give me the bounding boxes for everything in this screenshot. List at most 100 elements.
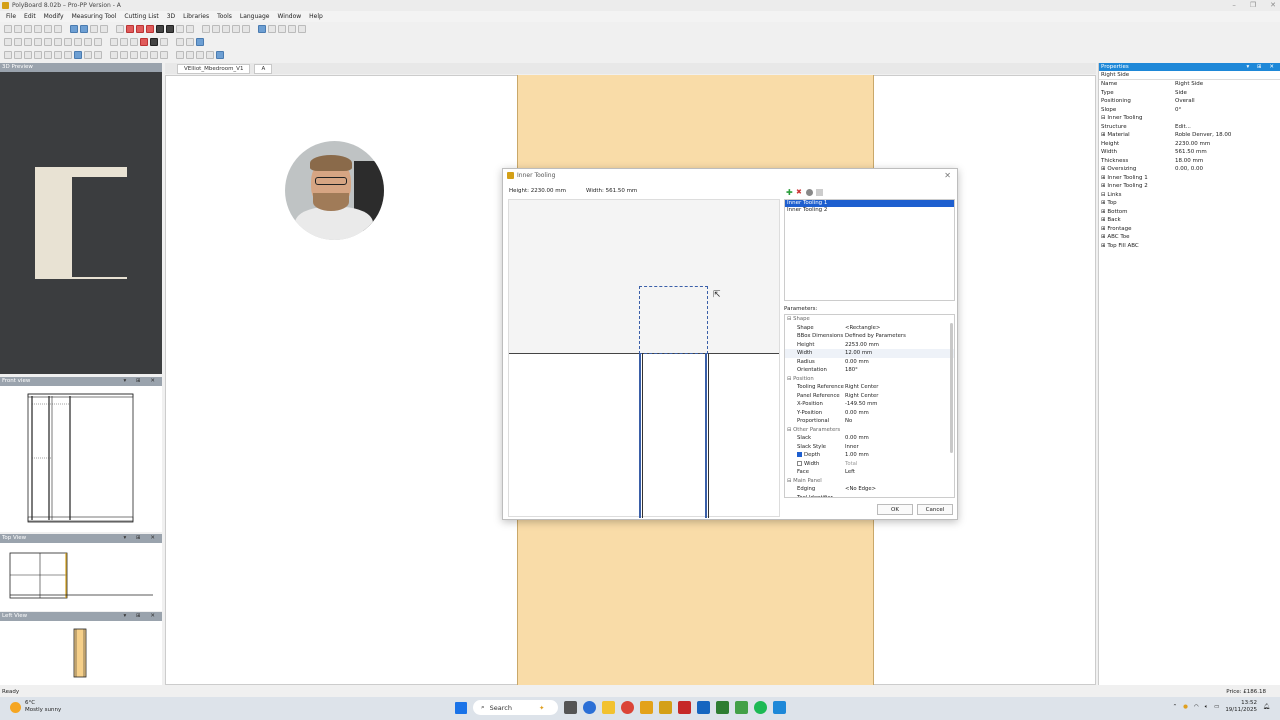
property-row[interactable]: Structure Edit... xyxy=(1099,123,1280,132)
parameter-row[interactable]: Width Total xyxy=(785,460,954,469)
property-value[interactable]: 18.00 mm xyxy=(1175,157,1280,166)
new-file-icon[interactable] xyxy=(4,25,12,33)
print-icon[interactable] xyxy=(34,25,42,33)
panel-view-icon[interactable] xyxy=(110,51,118,59)
shape-icon-2[interactable] xyxy=(14,38,22,46)
rectangle-select-icon[interactable] xyxy=(196,38,204,46)
zoom-window-icon[interactable] xyxy=(232,25,240,33)
polyboard-icon[interactable] xyxy=(659,701,672,714)
menu-3d[interactable]: 3D xyxy=(167,13,175,20)
align-icon[interactable] xyxy=(196,51,204,59)
zoom-in-icon[interactable] xyxy=(202,25,210,33)
tray-chevron-icon[interactable]: ⌃ xyxy=(1173,704,1178,710)
app-icon-lightblue[interactable] xyxy=(773,701,786,714)
dimension-icon[interactable] xyxy=(176,38,184,46)
panel-dark-icon[interactable] xyxy=(156,25,164,33)
parameter-section[interactable]: ⊟ Shape xyxy=(785,315,954,324)
menu-help[interactable]: Help xyxy=(309,13,323,20)
zoom-fit-icon[interactable] xyxy=(222,25,230,33)
undo-icon[interactable] xyxy=(44,25,52,33)
parameter-value[interactable]: 180° xyxy=(845,366,954,375)
shape-icon-4[interactable] xyxy=(34,38,42,46)
property-value[interactable]: 2230.00 mm xyxy=(1175,140,1280,149)
left-view-controls[interactable]: ▾ ⊞ ✕ xyxy=(124,612,159,621)
parameter-row[interactable]: Depth 1.00 mm xyxy=(785,451,954,460)
property-row[interactable]: Slope 0° xyxy=(1099,106,1280,115)
door-icon[interactable] xyxy=(120,38,128,46)
parameter-value[interactable]: Right Center xyxy=(845,383,954,392)
shape-icon-3[interactable] xyxy=(24,38,32,46)
property-row[interactable]: ⊞ Top Fill ABC xyxy=(1099,242,1280,251)
parameter-row[interactable]: BBox Dimensions Defined by Parameters xyxy=(785,332,954,341)
3d-preview-panel[interactable] xyxy=(0,72,162,374)
maximize-button[interactable]: ❐ xyxy=(1250,0,1256,11)
spotify-icon[interactable] xyxy=(754,701,767,714)
parameter-row[interactable]: Face Left xyxy=(785,468,954,477)
front-view-panel[interactable] xyxy=(0,386,162,532)
panel-view-icon-6[interactable] xyxy=(160,51,168,59)
parameters-scrollbar[interactable] xyxy=(950,323,953,453)
wifi-icon[interactable]: ◠ xyxy=(1194,704,1199,710)
app-icon-green[interactable] xyxy=(735,701,748,714)
menu-tools[interactable]: Tools xyxy=(217,13,232,20)
parameter-row[interactable]: Height 2253.00 mm xyxy=(785,341,954,350)
parameter-value[interactable]: Inner xyxy=(845,443,954,452)
columns-icon-3[interactable] xyxy=(74,38,82,46)
list-item[interactable]: Inner Tooling 1 xyxy=(785,200,954,207)
property-value[interactable]: Overall xyxy=(1175,97,1280,106)
shape-icon[interactable] xyxy=(4,38,12,46)
property-row[interactable]: ⊞ Oversizing 0.00, 0.00 xyxy=(1099,165,1280,174)
hammer-icon[interactable] xyxy=(176,25,184,33)
parameter-value[interactable]: 12.00 mm xyxy=(845,349,954,358)
property-value[interactable] xyxy=(1175,191,1280,200)
parameter-row[interactable]: Slack 0.00 mm xyxy=(785,434,954,443)
properties-selector[interactable]: Right Side xyxy=(1099,71,1280,80)
ok-button[interactable]: OK xyxy=(877,504,913,515)
sheets-icon[interactable] xyxy=(716,701,729,714)
menu-file[interactable]: File xyxy=(6,13,16,20)
property-value[interactable]: 561.50 mm xyxy=(1175,148,1280,157)
columns-icon-2[interactable] xyxy=(64,38,72,46)
pointer-icon[interactable] xyxy=(116,25,124,33)
tab-variant[interactable]: A xyxy=(254,63,273,74)
property-row[interactable]: ⊞ Inner Tooling 1 xyxy=(1099,174,1280,183)
rotate-icon-3[interactable] xyxy=(24,51,32,59)
minimize-button[interactable]: – xyxy=(1232,0,1236,11)
parameter-row[interactable]: Shape <Rectangle> xyxy=(785,324,954,333)
menu-measuring-tool[interactable]: Measuring Tool xyxy=(72,13,117,20)
parameter-value[interactable]: Defined by Parameters xyxy=(845,332,954,341)
parameter-value[interactable]: Total xyxy=(845,460,954,469)
open-file-icon[interactable] xyxy=(14,25,22,33)
property-row[interactable]: ⊞ Inner Tooling 2 xyxy=(1099,182,1280,191)
parameter-row[interactable]: Orientation 180° xyxy=(785,366,954,375)
property-row[interactable]: ⊞ Frontage xyxy=(1099,225,1280,234)
panel-red-icon[interactable] xyxy=(126,25,134,33)
panel-view-icon-4[interactable] xyxy=(140,51,148,59)
property-row[interactable]: Thickness 18.00 mm xyxy=(1099,157,1280,166)
property-row[interactable]: ⊞ Back xyxy=(1099,216,1280,225)
parameter-value[interactable] xyxy=(845,494,954,498)
windows-start-icon[interactable] xyxy=(455,701,467,714)
file-explorer-icon[interactable] xyxy=(602,701,615,714)
parameter-value[interactable]: 2253.00 mm xyxy=(845,341,954,350)
parameter-section[interactable]: ⊟ Position xyxy=(785,375,954,384)
shelf-icon[interactable] xyxy=(130,38,138,46)
align-icon-2[interactable] xyxy=(206,51,214,59)
parameter-row[interactable]: Edging <No Edge> xyxy=(785,485,954,494)
close-window-button[interactable]: ✕ xyxy=(1270,0,1276,11)
select-tool-icon[interactable] xyxy=(70,25,78,33)
property-row[interactable]: Name Right Side xyxy=(1099,80,1280,89)
menu-cutting-list[interactable]: Cutting List xyxy=(124,13,158,20)
front-view-controls[interactable]: ▾ ⊞ ✕ xyxy=(124,377,159,386)
table-icon-2[interactable] xyxy=(94,38,102,46)
cabinet-tool-icon[interactable] xyxy=(80,25,88,33)
folder-icon[interactable] xyxy=(640,701,653,714)
paint-icon[interactable] xyxy=(186,25,194,33)
tooling-preview[interactable]: ⇱ xyxy=(508,199,780,518)
remove-icon[interactable]: ✖ xyxy=(796,189,803,196)
cut-icon[interactable] xyxy=(160,38,168,46)
left-view-panel[interactable] xyxy=(0,621,162,685)
app-icon-red[interactable] xyxy=(678,701,691,714)
clock[interactable]: 13:52 19/11/2025 xyxy=(1225,700,1257,714)
menu-modify[interactable]: Modify xyxy=(44,13,64,20)
